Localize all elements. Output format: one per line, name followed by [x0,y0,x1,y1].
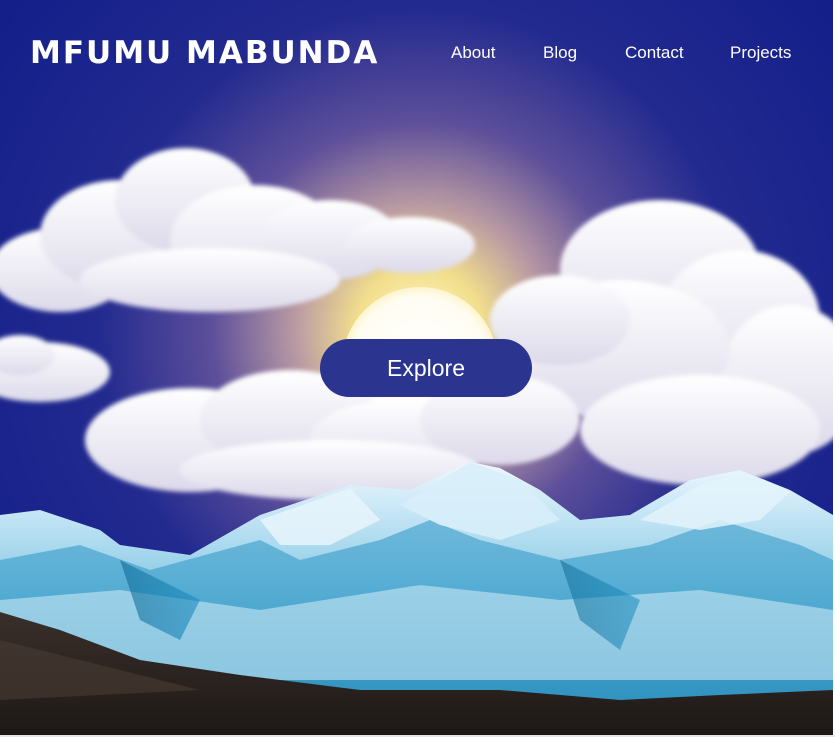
nav-link-about[interactable]: About [451,42,495,64]
nav-link-contact[interactable]: Contact [625,42,684,64]
main-nav: About Blog Contact Projects [0,42,833,64]
explore-button[interactable]: Explore [320,339,532,397]
nav-link-projects[interactable]: Projects [730,42,791,64]
nav-link-blog[interactable]: Blog [543,42,577,64]
hero-section: MFUMU MABUNDA About Blog Contact Project… [0,0,833,735]
site-header: MFUMU MABUNDA About Blog Contact Project… [0,0,833,105]
